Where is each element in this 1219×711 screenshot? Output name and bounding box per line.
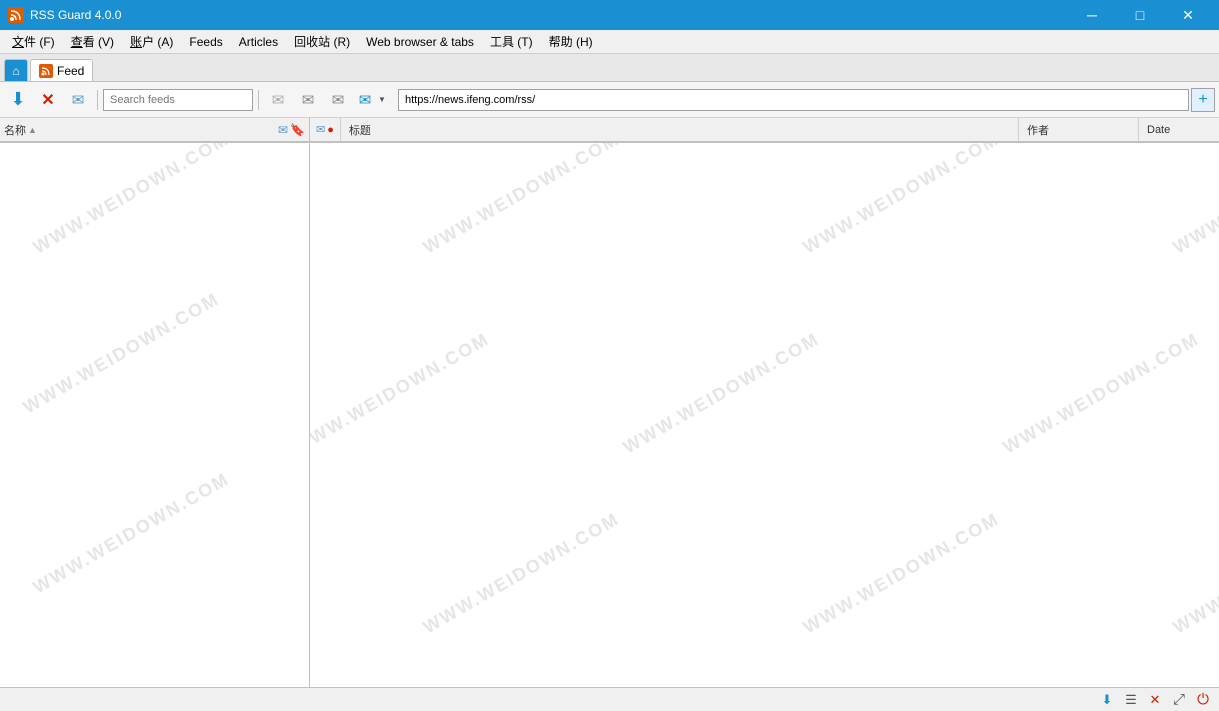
msg-dropdown-group: ✉ ▼: [354, 86, 388, 114]
articles-icons-col: ✉ ●: [310, 118, 341, 141]
title-bar-left: RSS Guard 4.0.0: [8, 7, 121, 23]
update-all-button[interactable]: ⬇: [4, 86, 32, 114]
panels-row: WWW.WEIDOWN.COM WWW.WEIDOWN.COM WWW.WEID…: [0, 143, 1219, 687]
msg-unread-button[interactable]: ✉: [294, 86, 322, 114]
search-feeds-input[interactable]: [103, 89, 253, 111]
status-menu-icon[interactable]: ☰: [1121, 690, 1141, 710]
watermark-3: WWW.WEIDOWN.COM: [30, 469, 234, 599]
articles-date-col: Date: [1139, 118, 1219, 141]
stop-button[interactable]: ✕: [34, 86, 62, 114]
status-expand-icon[interactable]: ⤢: [1169, 690, 1189, 710]
watermark-2: WWW.WEIDOWN.COM: [20, 289, 224, 419]
app-title: RSS Guard 4.0.0: [30, 8, 121, 22]
title-bar-controls: ─ □ ✕: [1069, 0, 1211, 30]
msg-dropdown-arrow[interactable]: ▼: [376, 86, 388, 114]
feed-tab-label: Feed: [57, 64, 84, 78]
menu-recycle[interactable]: 回收站 (R): [286, 30, 358, 53]
feeds-col-name-label: 名称: [4, 122, 26, 138]
minimize-button[interactable]: ─: [1069, 0, 1115, 30]
column-headers-row: 名称 ▲ ✉ 🔖 ✉ ● 标题 作者 Date: [0, 118, 1219, 143]
articles-author-col: 作者: [1019, 118, 1139, 141]
app-icon: [8, 7, 24, 23]
menu-help[interactable]: 帮助 (H): [541, 30, 601, 53]
url-input[interactable]: https://news.ifeng.com/rss/: [398, 89, 1189, 111]
maximize-button[interactable]: □: [1117, 0, 1163, 30]
articles-title-col: 标题: [341, 118, 1019, 141]
unread-icon: ✉: [316, 123, 325, 136]
watermark-4: WWW.WEIDOWN.COM: [420, 143, 624, 258]
menu-tools[interactable]: 工具 (T): [482, 30, 541, 53]
articles-column-header: ✉ ● 标题 作者 Date: [310, 118, 1219, 142]
watermark-1: WWW.WEIDOWN.COM: [30, 143, 234, 258]
feeds-unread-icon: ✉: [278, 123, 288, 137]
menu-view[interactable]: 查看 (V): [63, 30, 122, 53]
important-icon: ●: [327, 124, 334, 136]
articles-panel: WWW.WEIDOWN.COM WWW.WEIDOWN.COM WWW.WEID…: [310, 143, 1219, 687]
feeds-col-name: 名称 ▲: [4, 122, 274, 138]
menu-bar: 文件 (F) 查看 (V) 账户 (A) Feeds Articles 回收站 …: [0, 30, 1219, 54]
title-bar: RSS Guard 4.0.0 ─ □ ✕: [0, 0, 1219, 30]
watermark-12: WWW.WEIDOWN.COM: [1170, 509, 1219, 639]
watermark-11: WWW.WEIDOWN.COM: [800, 509, 1004, 639]
msg-important-button[interactable]: ✉: [324, 86, 352, 114]
close-button[interactable]: ✕: [1165, 0, 1211, 30]
home-icon: ⌂: [12, 64, 19, 78]
menu-file[interactable]: 文件 (F): [4, 30, 63, 53]
rss-icon: [39, 64, 53, 78]
watermark-7: WWW.WEIDOWN.COM: [310, 329, 493, 459]
mark-read-button[interactable]: ✉: [64, 86, 92, 114]
menu-account[interactable]: 账户 (A): [122, 30, 181, 53]
feeds-sort-indicator: ▲: [28, 125, 37, 135]
toolbar-separator-1: [97, 90, 98, 110]
msg-all-button[interactable]: ✉: [264, 86, 292, 114]
home-tab[interactable]: ⌂: [4, 59, 28, 81]
feeds-panel: WWW.WEIDOWN.COM WWW.WEIDOWN.COM WWW.WEID…: [0, 143, 310, 687]
toolbar-separator-2: [258, 90, 259, 110]
msg-dropdown-button[interactable]: ✉: [354, 86, 376, 114]
menu-webbrowser[interactable]: Web browser & tabs: [358, 30, 482, 53]
feeds-column-header: 名称 ▲ ✉ 🔖: [0, 118, 310, 142]
status-power-icon[interactable]: ⏻: [1193, 690, 1213, 710]
watermark-10: WWW.WEIDOWN.COM: [420, 509, 624, 639]
feeds-col-icons: ✉ 🔖: [278, 123, 305, 137]
feeds-bookmark-icon: 🔖: [290, 123, 305, 137]
menu-articles[interactable]: Articles: [231, 30, 286, 53]
watermark-6: WWW.WEIDOWN.COM: [1170, 143, 1219, 258]
toolbar: ⬇ ✕ ✉ ✉ ✉ ✉ ✉ ▼ https://news.ifeng.com/r…: [0, 82, 1219, 118]
watermark-9: WWW.WEIDOWN.COM: [1000, 329, 1204, 459]
content-wrapper: 名称 ▲ ✉ 🔖 ✉ ● 标题 作者 Date: [0, 118, 1219, 711]
status-download-icon[interactable]: ⬇: [1097, 690, 1117, 710]
status-close-icon[interactable]: ✕: [1145, 690, 1165, 710]
feed-tab[interactable]: Feed: [30, 59, 93, 81]
url-go-button[interactable]: +: [1191, 88, 1215, 112]
watermark-5: WWW.WEIDOWN.COM: [800, 143, 1004, 258]
menu-feeds[interactable]: Feeds: [181, 30, 230, 53]
status-bar: ⬇ ☰ ✕ ⤢ ⏻: [0, 687, 1219, 711]
tab-bar: ⌂ Feed: [0, 54, 1219, 82]
watermark-8: WWW.WEIDOWN.COM: [620, 329, 824, 459]
